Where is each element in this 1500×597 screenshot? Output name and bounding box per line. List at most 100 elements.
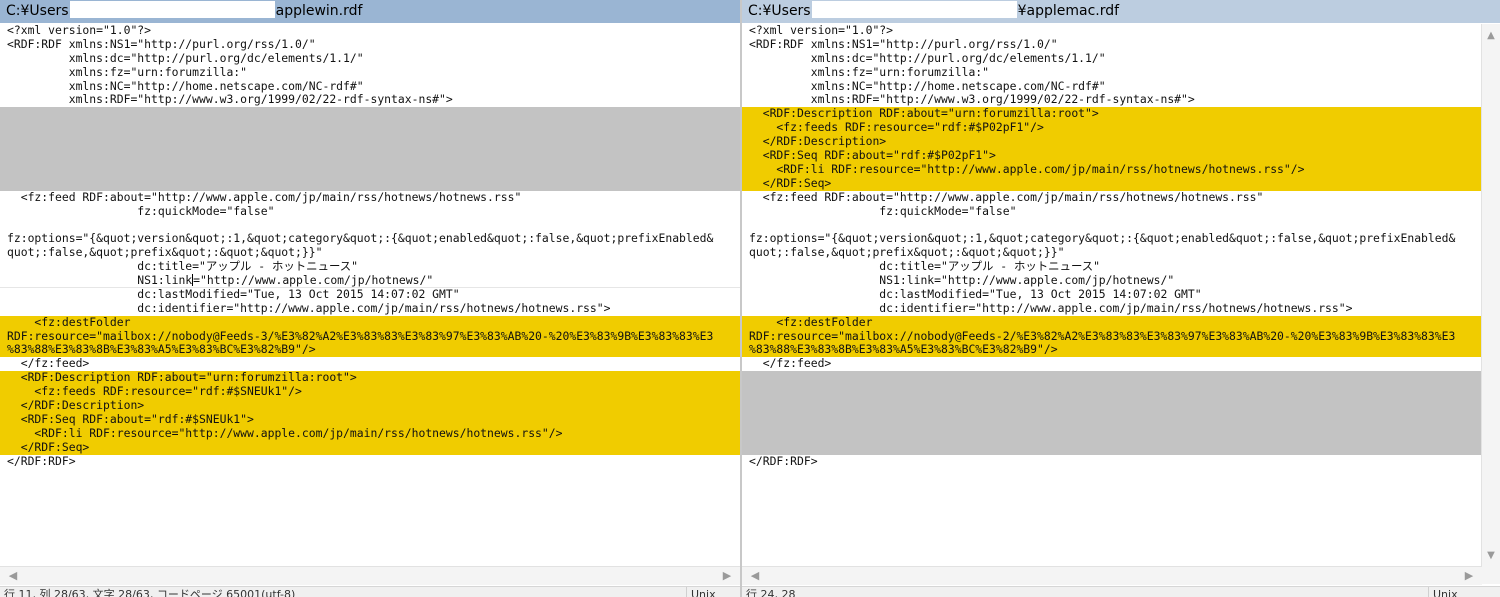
code-line-text: fz:options="{&quot;version&quot;:1,&quot… (749, 232, 1456, 246)
code-line[interactable] (742, 218, 1482, 232)
right-line-ending: Unix (1428, 587, 1458, 597)
code-line[interactable]: <fz:feed RDF:about="http://www.apple.com… (742, 191, 1482, 205)
scroll-down-arrow-icon[interactable]: ▼ (1482, 548, 1500, 564)
code-line[interactable]: <?xml version="1.0"?> (742, 24, 1482, 38)
code-line[interactable]: </RDF:RDF> (0, 455, 740, 469)
code-line[interactable]: fz:options="{&quot;version&quot;:1,&quot… (0, 232, 740, 246)
code-line[interactable]: NS1:link="http://www.apple.com/jp/hotnew… (0, 274, 740, 288)
right-file-pane[interactable]: C:¥Users ¥applemac.rdf <?xml version="1.0… (742, 0, 1500, 597)
code-line-text: <fz:feeds RDF:resource="rdf:#$SNEUk1"/> (7, 385, 302, 399)
right-vertical-scrollbar[interactable]: ▲ ▼ (1481, 24, 1500, 584)
code-line[interactable]: NS1:link="http://www.apple.com/jp/hotnew… (742, 274, 1482, 288)
left-line-ending: Unix (686, 587, 716, 597)
diff-line-missing[interactable] (0, 107, 740, 122)
diff-line-changed[interactable]: <fz:feeds RDF:resource="rdf:#$SNEUk1"/> (0, 385, 740, 400)
left-file-pane[interactable]: C:¥Users applewin.rdf <?xml version="1.0"… (0, 0, 740, 597)
code-line[interactable]: dc:title="アップル - ホットニュース" (0, 260, 740, 274)
right-code-view[interactable]: <?xml version="1.0"?> <RDF:RDF xmlns:NS1=… (742, 24, 1482, 562)
left-code-view[interactable]: <?xml version="1.0"?> <RDF:RDF xmlns:NS1=… (0, 24, 740, 562)
code-line[interactable]: fz:options="{&quot;version&quot;:1,&quot… (742, 232, 1482, 246)
code-line-text: xmlns:fz="urn:forumzilla:" (749, 65, 990, 79)
code-line[interactable] (0, 218, 740, 232)
diff-line-changed[interactable]: <RDF:Seq RDF:about="rdf:#$P02pF1"> (742, 149, 1482, 163)
diff-line-changed[interactable]: <fz:destFolder (0, 315, 740, 330)
code-line-text: fz:quickMode="false" (7, 204, 275, 218)
code-line-text: <RDF:li RDF:resource="http://www.apple.c… (749, 162, 1305, 176)
scroll-right-arrow-icon[interactable]: ▶ (718, 568, 736, 584)
code-line-text: quot;:false,&quot;prefix&quot;:&quot;&qu… (749, 246, 1065, 260)
diff-line-missing[interactable] (0, 162, 740, 177)
diff-line-changed[interactable]: %83%88%E3%83%8B%E3%83%A5%E3%83%BC%E3%82%… (742, 343, 1482, 358)
code-line[interactable]: dc:lastModified="Tue, 13 Oct 2015 14:07:… (742, 288, 1482, 302)
diff-line-changed[interactable]: </RDF:Seq> (0, 440, 740, 455)
code-line[interactable]: </fz:feed> (0, 357, 740, 371)
code-line-text: dc:lastModified="Tue, 13 Oct 2015 14:07:… (7, 287, 460, 301)
code-line[interactable]: dc:identifier="http://www.apple.com/jp/m… (742, 302, 1482, 316)
code-line[interactable]: <fz:feed RDF:about="http://www.apple.com… (0, 191, 740, 205)
code-line[interactable]: xmlns:RDF="http://www.w3.org/1999/02/22-… (0, 93, 740, 107)
code-line[interactable]: fz:quickMode="false" (742, 205, 1482, 219)
code-line-text: xmlns:NC="http://home.netscape.com/NC-rd… (7, 79, 364, 93)
code-line-text: xmlns:dc="http://purl.org/dc/elements/1.… (7, 51, 364, 65)
code-line[interactable]: xmlns:NC="http://home.netscape.com/NC-rd… (0, 80, 740, 94)
code-line-text: dc:identifier="http://www.apple.com/jp/m… (7, 301, 611, 315)
diff-line-changed[interactable]: <RDF:Seq RDF:about="rdf:#$SNEUk1"> (0, 412, 740, 427)
scroll-left-arrow-icon[interactable]: ◀ (746, 568, 764, 584)
diff-line-changed[interactable]: <RDF:li RDF:resource="http://www.apple.c… (742, 162, 1482, 177)
code-line-text: NS1:link (7, 274, 193, 288)
code-line[interactable]: <RDF:RDF xmlns:NS1="http://purl.org/rss/… (0, 38, 740, 52)
scroll-left-arrow-icon[interactable]: ◀ (4, 568, 22, 584)
left-file-path-title: C:¥Users applewin.rdf (0, 0, 740, 23)
diff-line-changed[interactable]: RDF:resource="mailbox://nobody@Feeds-3/%… (0, 329, 740, 344)
code-line[interactable]: xmlns:NC="http://home.netscape.com/NC-rd… (742, 80, 1482, 94)
diff-line-missing[interactable] (742, 440, 1482, 455)
code-line[interactable]: </RDF:RDF> (742, 455, 1482, 469)
code-line[interactable]: xmlns:RDF="http://www.w3.org/1999/02/22-… (742, 93, 1482, 107)
code-line[interactable]: quot;:false,&quot;prefix&quot;:&quot;&qu… (0, 246, 740, 260)
code-line[interactable]: xmlns:dc="http://purl.org/dc/elements/1.… (0, 52, 740, 66)
diff-line-missing[interactable] (0, 121, 740, 136)
diff-line-changed[interactable]: </RDF:Description> (742, 135, 1482, 150)
code-line[interactable]: quot;:false,&quot;prefix&quot;:&quot;&qu… (742, 246, 1482, 260)
code-line-text: </fz:feed> (749, 357, 832, 371)
scroll-up-arrow-icon[interactable]: ▲ (1482, 28, 1500, 44)
right-cursor-position: 行 24, 28 (746, 588, 796, 597)
left-horizontal-scrollbar[interactable]: ◀ ▶ (0, 566, 740, 585)
diff-line-changed[interactable]: %83%88%E3%83%8B%E3%83%A5%E3%83%BC%E3%82%… (0, 343, 740, 358)
code-line-text: xmlns:RDF="http://www.w3.org/1999/02/22-… (7, 93, 453, 107)
code-line[interactable]: xmlns:fz="urn:forumzilla:" (0, 66, 740, 80)
diff-line-missing[interactable] (742, 412, 1482, 427)
code-line-text: <fz:feed RDF:about="http://www.apple.com… (749, 190, 1264, 204)
code-line[interactable]: xmlns:dc="http://purl.org/dc/elements/1.… (742, 52, 1482, 66)
diff-line-changed[interactable]: <RDF:Description RDF:about="urn:forumzil… (0, 371, 740, 386)
diff-line-changed[interactable]: </RDF:Seq> (742, 176, 1482, 191)
code-line-text: <fz:destFolder (7, 315, 131, 329)
diff-line-changed[interactable]: <fz:feeds RDF:resource="rdf:#$P02pF1"/> (742, 121, 1482, 136)
code-line[interactable]: <RDF:RDF xmlns:NS1="http://purl.org/rss/… (742, 38, 1482, 52)
code-line[interactable]: </fz:feed> (742, 357, 1482, 371)
diff-line-changed[interactable]: <fz:destFolder (742, 315, 1482, 330)
code-line-text: ="http://www.apple.com/jp/hotnews/" (193, 274, 434, 288)
code-line[interactable]: dc:identifier="http://www.apple.com/jp/m… (0, 302, 740, 316)
diff-line-missing[interactable] (0, 176, 740, 191)
code-line-text: <fz:feeds RDF:resource="rdf:#$P02pF1"/> (749, 121, 1044, 135)
scroll-right-arrow-icon[interactable]: ▶ (1460, 568, 1478, 584)
right-horizontal-scrollbar[interactable]: ◀ ▶ (742, 566, 1482, 585)
code-line-text: RDF:resource="mailbox://nobody@Feeds-2/%… (749, 329, 1456, 343)
diff-line-changed[interactable]: <RDF:Description RDF:about="urn:forumzil… (742, 107, 1482, 122)
diff-line-missing[interactable] (742, 385, 1482, 400)
diff-line-missing[interactable] (0, 135, 740, 150)
diff-line-missing[interactable] (742, 426, 1482, 441)
diff-line-changed[interactable]: RDF:resource="mailbox://nobody@Feeds-2/%… (742, 329, 1482, 344)
code-line[interactable]: dc:title="アップル - ホットニュース" (742, 260, 1482, 274)
diff-line-missing[interactable] (742, 399, 1482, 413)
code-line[interactable]: <?xml version="1.0"?> (0, 24, 740, 38)
diff-line-changed[interactable]: <RDF:li RDF:resource="http://www.apple.c… (0, 426, 740, 441)
diff-line-changed[interactable]: </RDF:Description> (0, 399, 740, 413)
code-line-text: <RDF:li RDF:resource="http://www.apple.c… (7, 426, 563, 440)
code-line[interactable]: fz:quickMode="false" (0, 205, 740, 219)
code-line[interactable]: xmlns:fz="urn:forumzilla:" (742, 66, 1482, 80)
code-line[interactable]: dc:lastModified="Tue, 13 Oct 2015 14:07:… (0, 288, 740, 302)
diff-line-missing[interactable] (0, 149, 740, 163)
diff-line-missing[interactable] (742, 371, 1482, 386)
